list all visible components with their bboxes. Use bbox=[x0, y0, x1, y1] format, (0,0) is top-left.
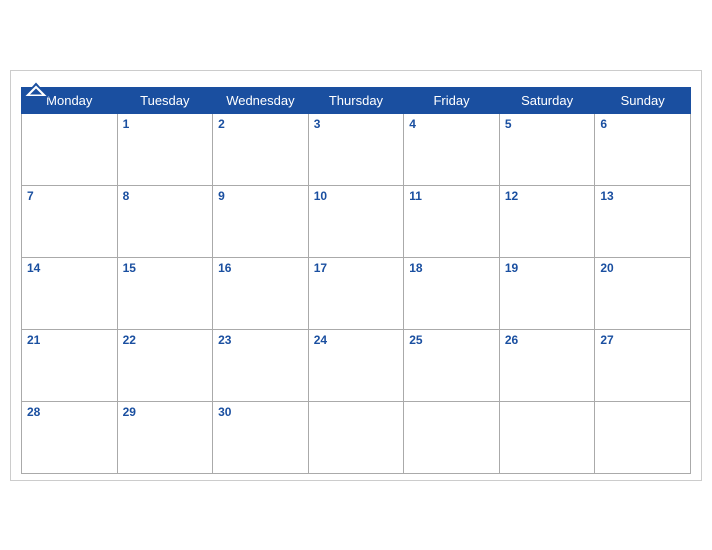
day-number: 25 bbox=[409, 333, 494, 347]
day-number: 26 bbox=[505, 333, 590, 347]
calendar-day-cell: 14 bbox=[22, 257, 118, 329]
day-number: 5 bbox=[505, 117, 590, 131]
day-number: 6 bbox=[600, 117, 685, 131]
day-number: 2 bbox=[218, 117, 303, 131]
calendar-day-cell: 9 bbox=[213, 185, 309, 257]
calendar-day-cell: 15 bbox=[117, 257, 213, 329]
calendar-day-cell: 5 bbox=[499, 113, 595, 185]
logo bbox=[21, 81, 51, 100]
day-number: 8 bbox=[123, 189, 208, 203]
calendar-day-cell: 11 bbox=[404, 185, 500, 257]
calendar-day-cell: 12 bbox=[499, 185, 595, 257]
day-number: 21 bbox=[27, 333, 112, 347]
day-number: 16 bbox=[218, 261, 303, 275]
weekday-header-row: MondayTuesdayWednesdayThursdayFridaySatu… bbox=[22, 87, 691, 113]
day-number: 23 bbox=[218, 333, 303, 347]
calendar-week-row: 28 29 30 bbox=[22, 401, 691, 473]
calendar-day-cell: 19 bbox=[499, 257, 595, 329]
day-number: 17 bbox=[314, 261, 399, 275]
weekday-header: Sunday bbox=[595, 87, 691, 113]
day-number: 3 bbox=[314, 117, 399, 131]
day-number: 27 bbox=[600, 333, 685, 347]
calendar-week-row: 123456 bbox=[22, 113, 691, 185]
calendar-day-cell: 4 bbox=[404, 113, 500, 185]
calendar-day-cell: 25 bbox=[404, 329, 500, 401]
day-number: 4 bbox=[409, 117, 494, 131]
calendar-day-cell bbox=[499, 401, 595, 473]
day-number: 22 bbox=[123, 333, 208, 347]
day-number: 18 bbox=[409, 261, 494, 275]
weekday-header: Thursday bbox=[308, 87, 404, 113]
calendar-week-row: 14 15 16 17 18 19 20 bbox=[22, 257, 691, 329]
calendar-day-cell: 28 bbox=[22, 401, 118, 473]
calendar-day-cell: 30 bbox=[213, 401, 309, 473]
day-number: 30 bbox=[218, 405, 303, 419]
logo-icon bbox=[21, 81, 51, 99]
calendar-day-cell bbox=[22, 113, 118, 185]
day-number: 28 bbox=[27, 405, 112, 419]
calendar-week-row: 789 10 11 12 13 bbox=[22, 185, 691, 257]
day-number: 10 bbox=[314, 189, 399, 203]
calendar-day-cell: 1 bbox=[117, 113, 213, 185]
calendar-day-cell bbox=[595, 401, 691, 473]
weekday-header: Wednesday bbox=[213, 87, 309, 113]
calendar-week-row: 21 22 23 24 25 26 27 bbox=[22, 329, 691, 401]
day-number: 20 bbox=[600, 261, 685, 275]
day-number: 7 bbox=[27, 189, 112, 203]
calendar-day-cell: 20 bbox=[595, 257, 691, 329]
calendar-day-cell: 10 bbox=[308, 185, 404, 257]
weekday-header: Friday bbox=[404, 87, 500, 113]
calendar-day-cell: 21 bbox=[22, 329, 118, 401]
calendar-day-cell: 7 bbox=[22, 185, 118, 257]
calendar-table: MondayTuesdayWednesdayThursdayFridaySatu… bbox=[21, 87, 691, 474]
calendar-day-cell: 8 bbox=[117, 185, 213, 257]
calendar-day-cell: 2 bbox=[213, 113, 309, 185]
day-number: 24 bbox=[314, 333, 399, 347]
day-number: 11 bbox=[409, 189, 494, 203]
calendar-day-cell: 17 bbox=[308, 257, 404, 329]
day-number: 19 bbox=[505, 261, 590, 275]
calendar-day-cell: 23 bbox=[213, 329, 309, 401]
calendar-day-cell: 3 bbox=[308, 113, 404, 185]
weekday-header: Tuesday bbox=[117, 87, 213, 113]
day-number: 12 bbox=[505, 189, 590, 203]
day-number: 9 bbox=[218, 189, 303, 203]
calendar-day-cell: 26 bbox=[499, 329, 595, 401]
calendar-day-cell bbox=[404, 401, 500, 473]
day-number: 29 bbox=[123, 405, 208, 419]
calendar: MondayTuesdayWednesdayThursdayFridaySatu… bbox=[10, 70, 702, 481]
day-number: 13 bbox=[600, 189, 685, 203]
calendar-day-cell: 16 bbox=[213, 257, 309, 329]
calendar-day-cell: 13 bbox=[595, 185, 691, 257]
calendar-day-cell bbox=[308, 401, 404, 473]
calendar-day-cell: 27 bbox=[595, 329, 691, 401]
day-number: 1 bbox=[123, 117, 208, 131]
calendar-day-cell: 6 bbox=[595, 113, 691, 185]
day-number: 14 bbox=[27, 261, 112, 275]
calendar-day-cell: 18 bbox=[404, 257, 500, 329]
calendar-day-cell: 22 bbox=[117, 329, 213, 401]
weekday-header: Saturday bbox=[499, 87, 595, 113]
calendar-day-cell: 29 bbox=[117, 401, 213, 473]
calendar-day-cell: 24 bbox=[308, 329, 404, 401]
day-number: 15 bbox=[123, 261, 208, 275]
